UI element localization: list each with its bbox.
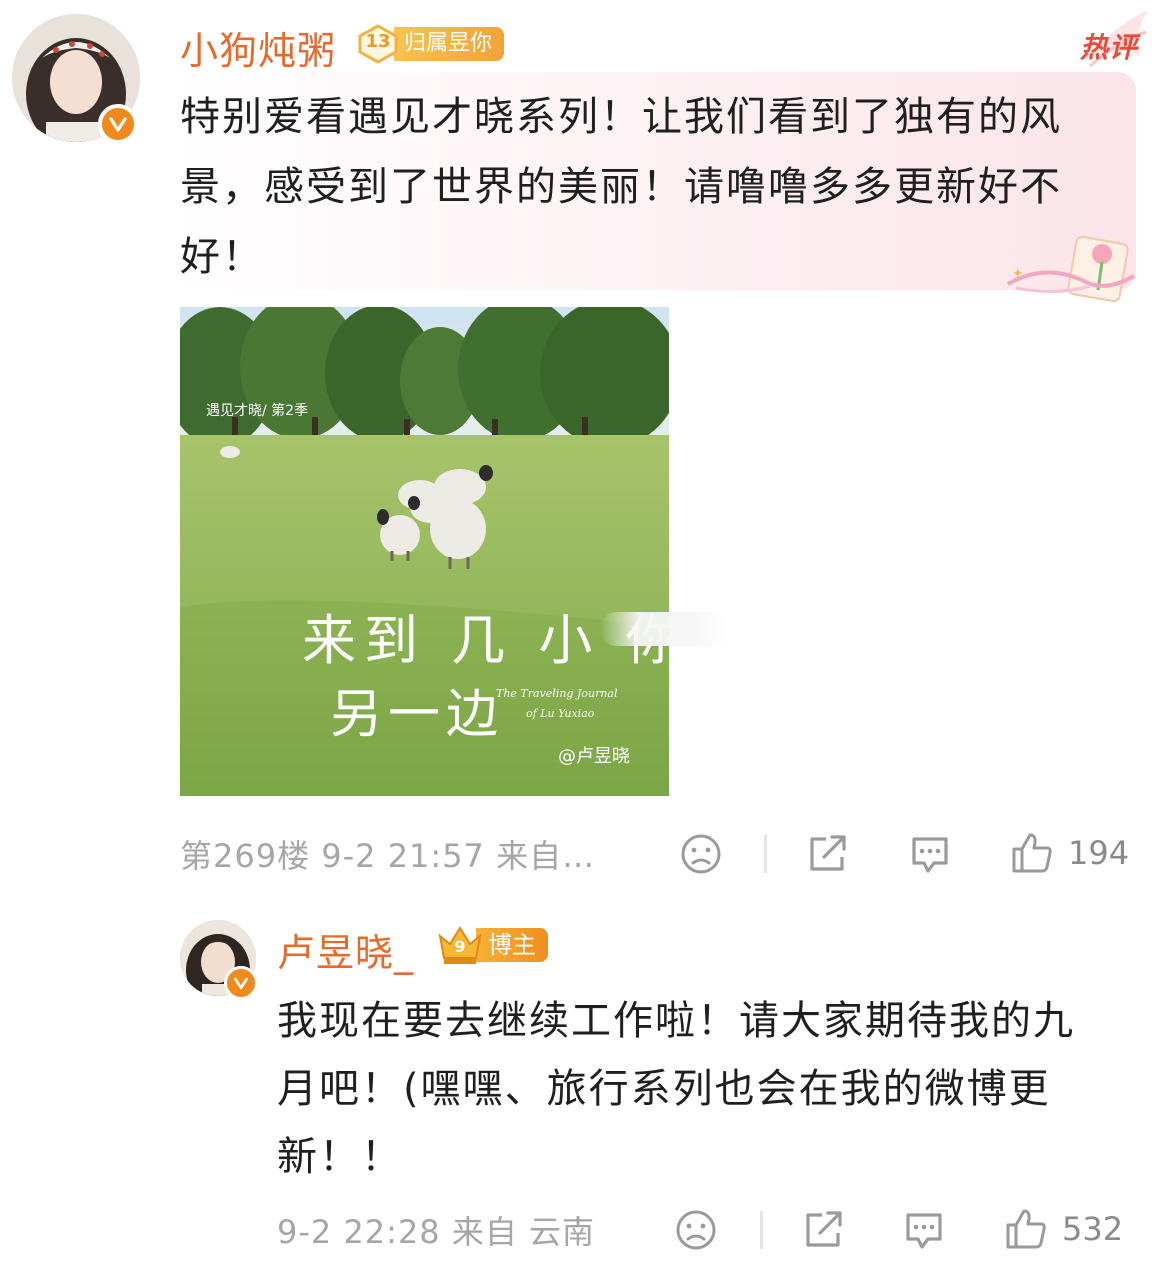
reply-text-line-2: 月吧！(嘿嘿、旅行系列也会在我的微博更 — [277, 1066, 1051, 1112]
comment-text-line-1: 特别爱看遇见才晓系列！让我们看到了独有的风 — [180, 94, 1062, 140]
verified-badge-icon — [98, 104, 138, 144]
comment-meta-row: 第269楼 9-2 21:57 来自… — [180, 830, 1140, 878]
action-divider — [760, 1211, 763, 1249]
commenter-username[interactable]: 小狗炖粥 — [180, 20, 336, 75]
fan-badge[interactable]: 13 归属昱你 — [356, 24, 505, 64]
thumbs-up-icon — [1012, 833, 1052, 873]
thumbs-up-icon — [1006, 1209, 1046, 1249]
comment-text-line-2: 景，感受到了世界的美丽！请噜噜多多更新好不 — [180, 164, 1062, 210]
reply-like-count: 532 — [1062, 1210, 1124, 1248]
image-caption-top: 遇见才晓/ 第2季 — [206, 402, 308, 419]
image-title-line-2: 另一边 — [330, 685, 504, 745]
comment-text-line-3: 好！ — [180, 234, 264, 280]
host-badge[interactable]: 9 博主 — [436, 925, 548, 965]
reply-text-line-1: 我现在要去继续工作啦！请大家期待我的九 — [277, 998, 1075, 1044]
sad-face-icon — [681, 834, 721, 874]
fan-badge-label: 归属昱你 — [394, 27, 505, 61]
flower-card-icon: ✦ — [1006, 235, 1135, 303]
reply-username[interactable]: 卢昱晓_ — [277, 922, 414, 977]
comment-icon — [906, 1213, 942, 1249]
fan-level-icon: 13 — [356, 24, 400, 64]
reply-share-button[interactable] — [802, 1209, 846, 1251]
host-level-number: 9 — [454, 937, 466, 956]
image-watermark: @卢昱晓 — [558, 746, 630, 767]
reply-button[interactable] — [908, 833, 952, 875]
reply-reply-button[interactable] — [902, 1209, 946, 1251]
attached-image[interactable]: 遇见才晓/ 第2季 来到 几 小 你 另一边 The Traveling Jou… — [180, 307, 669, 796]
fan-level-number: 13 — [365, 31, 391, 52]
comment-meta: 第269楼 9-2 21:57 来自… — [180, 837, 596, 875]
sad-face-icon — [676, 1210, 716, 1250]
dislike-button[interactable] — [680, 833, 722, 875]
like-count: 194 — [1068, 834, 1130, 872]
reply-text-line-3: 新！！ — [277, 1134, 403, 1180]
like-button[interactable]: 194 — [1010, 831, 1129, 875]
host-badge-label: 博主 — [476, 928, 548, 962]
crown-icon: 9 — [436, 924, 484, 966]
image-subtitle-line-2: of Lu Yuxiao — [526, 707, 595, 720]
reply-meta: 9-2 22:28 来自 云南 — [277, 1213, 596, 1251]
svg-text:✦: ✦ — [1012, 266, 1024, 282]
sheep-meadow-image: 遇见才晓/ 第2季 来到 几 小 你 另一边 The Traveling Jou… — [180, 307, 669, 796]
share-icon — [810, 835, 846, 871]
verified-badge-icon — [224, 966, 258, 1000]
blurred-overlay — [600, 612, 730, 646]
reply-like-button[interactable]: 532 — [1004, 1207, 1123, 1251]
share-button[interactable] — [806, 833, 850, 875]
action-divider — [764, 835, 767, 873]
hot-comment-tag: 热评 — [1079, 31, 1138, 64]
reply-dislike-button[interactable] — [675, 1209, 717, 1251]
share-icon — [806, 1211, 842, 1247]
comment-icon — [912, 837, 948, 873]
image-subtitle-line-1: The Traveling Journal — [496, 687, 618, 700]
